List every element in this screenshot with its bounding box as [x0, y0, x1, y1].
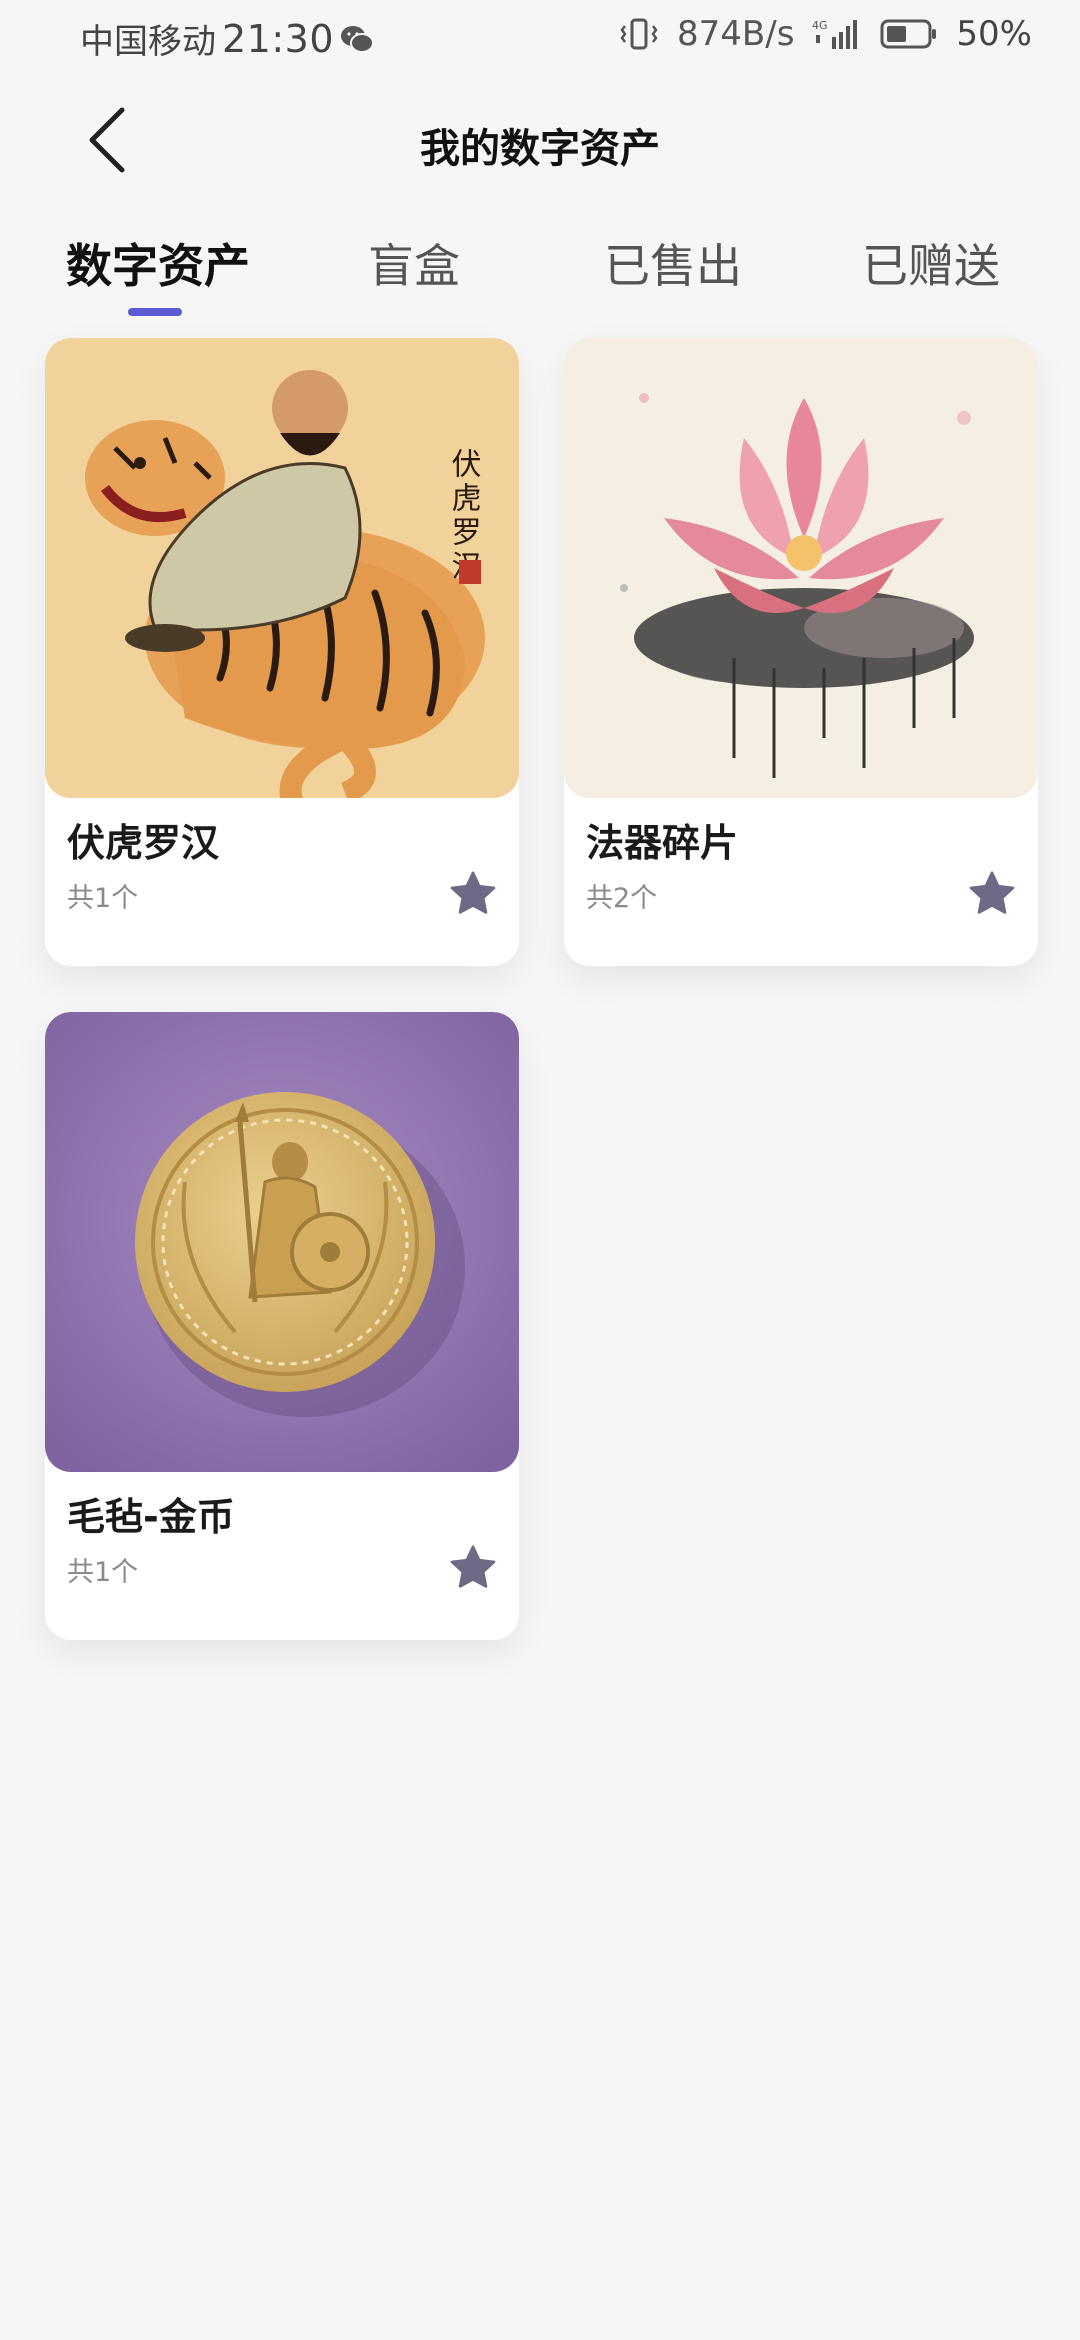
tab-gifted[interactable]: 已赠送 [862, 230, 1000, 296]
asset-card[interactable]: 法器碎片 共2个 [564, 338, 1038, 966]
clock: 21:30 [222, 16, 335, 61]
svg-text:4G: 4G [812, 19, 828, 32]
asset-card[interactable]: 毛毡-金币 共1个 [45, 1012, 519, 1640]
net-speed: 874B/s [677, 14, 795, 54]
lotus-ink-image [564, 338, 1038, 798]
star-icon[interactable] [447, 1542, 499, 1594]
signal-icon: 4G [812, 17, 862, 51]
asset-card[interactable]: 伏虎罗汉 伏虎罗汉 共1个 [45, 338, 519, 966]
carrier-label: 中国移动 [80, 22, 216, 62]
asset-name: 毛毡-金币 [67, 1495, 235, 1539]
asset-count: 共1个 [67, 883, 139, 914]
asset-name: 法器碎片 [586, 821, 739, 865]
asset-count: 共1个 [67, 1557, 139, 1588]
vibrate-icon [619, 17, 659, 51]
felt-coin-image [45, 1012, 519, 1472]
status-left: 中国移动 21:30 [80, 14, 375, 63]
wechat-icon [340, 24, 375, 54]
asset-name: 伏虎罗汉 [67, 821, 220, 865]
status-right: 874B/s 4G 50% [619, 14, 1032, 54]
header: 我的数字资产 [0, 80, 1080, 200]
status-bar: 中国移动 21:30 874B/s 4G 50% [0, 0, 1080, 80]
tiger-arhat-image: 伏虎罗汉 [45, 338, 519, 798]
tab-blind-box[interactable]: 盲盒 [368, 230, 460, 296]
active-tab-indicator [128, 308, 182, 316]
tab-bar: 数字资产 盲盒 已售出 已赠送 [0, 200, 1080, 338]
star-icon[interactable] [447, 868, 499, 920]
tab-digital-assets[interactable]: 数字资产 [66, 230, 250, 296]
tab-sold[interactable]: 已售出 [604, 230, 742, 296]
asset-count: 共2个 [586, 883, 658, 914]
battery-icon [880, 18, 938, 50]
battery-percent: 50% [956, 14, 1032, 54]
page-title: 我的数字资产 [420, 126, 660, 172]
star-icon[interactable] [966, 868, 1018, 920]
